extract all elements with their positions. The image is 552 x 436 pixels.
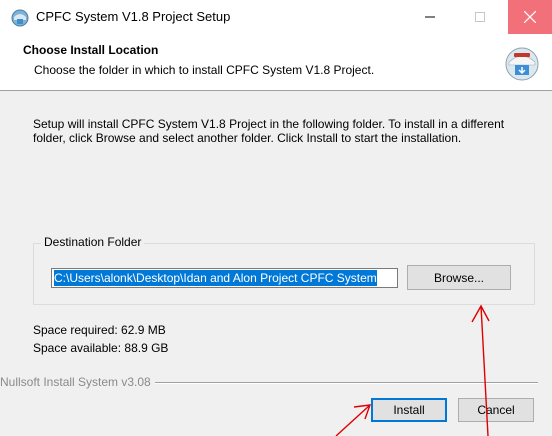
close-button[interactable]: [508, 0, 552, 34]
space-available-text: Space available: 88.9 GB: [33, 341, 169, 355]
instructions-text: Setup will install CPFC System V1.8 Proj…: [33, 117, 505, 145]
browse-button[interactable]: Browse...: [407, 265, 511, 290]
wizard-body: Setup will install CPFC System V1.8 Proj…: [0, 91, 552, 436]
page-subtitle: Choose the folder in which to install CP…: [34, 63, 375, 77]
minimize-icon: [425, 16, 435, 18]
title-bar: CPFC System V1.8 Project Setup: [0, 0, 552, 36]
window-title: CPFC System V1.8 Project Setup: [36, 9, 231, 24]
destination-folder-label: Destination Folder: [41, 235, 145, 249]
footer-divider: [112, 382, 538, 384]
nsis-branding: Nullsoft Install System v3.08: [0, 375, 155, 389]
installer-logo-icon: [505, 47, 539, 81]
maximize-icon: [475, 12, 485, 22]
cancel-button[interactable]: Cancel: [458, 398, 534, 422]
page-title: Choose Install Location: [23, 43, 159, 57]
destination-folder-input[interactable]: C:\Users\alonk\Desktop\Idan and Alon Pro…: [51, 268, 398, 288]
close-icon: [524, 11, 536, 23]
destination-folder-value: C:\Users\alonk\Desktop\Idan and Alon Pro…: [54, 270, 377, 286]
minimize-button[interactable]: [408, 0, 452, 34]
install-button[interactable]: Install: [371, 398, 447, 422]
maximize-button[interactable]: [458, 0, 502, 34]
installer-app-icon: [11, 9, 29, 27]
wizard-header: Choose Install Location Choose the folde…: [0, 36, 552, 91]
space-required-text: Space required: 62.9 MB: [33, 323, 166, 337]
